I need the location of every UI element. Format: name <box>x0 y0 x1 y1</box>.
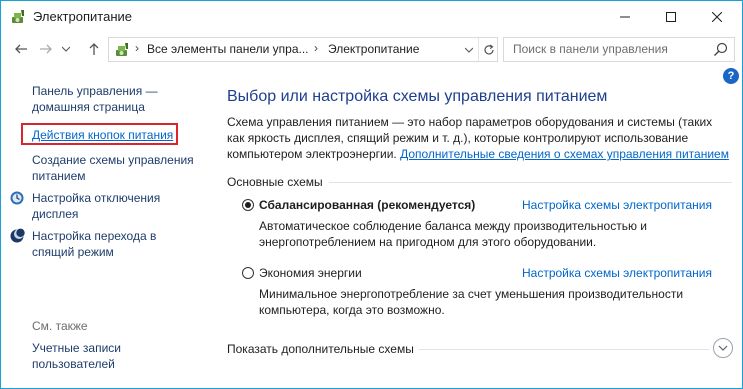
address-dropdown-button[interactable] <box>461 38 477 61</box>
refresh-button[interactable] <box>478 38 498 61</box>
back-button[interactable] <box>10 38 32 60</box>
breadcrumb-separator-icon[interactable]: › <box>314 41 318 55</box>
forward-arrow-icon <box>40 44 52 54</box>
plan-name-balanced[interactable]: Сбалансированная (рекомендуется) <box>259 198 475 212</box>
plan-radio-power-saver[interactable] <box>242 267 254 279</box>
sleep-moon-icon <box>10 228 25 243</box>
sidebar-item-label: Настройка отключения <box>32 191 161 205</box>
show-more-plans-label[interactable]: Показать дополнительные схемы <box>227 342 414 356</box>
sidebar-item-label: Панель управления — <box>32 84 158 98</box>
plan-settings-link-power-saver[interactable]: Настройка схемы электропитания <box>522 266 712 280</box>
back-arrow-icon <box>15 44 27 54</box>
navigation-bar: › Все элементы панели упра... › Электроп… <box>1 34 742 64</box>
search-box[interactable]: Поиск в панели управления <box>503 37 735 62</box>
plan-description-balanced: Автоматическое соблюдение баланса между … <box>259 219 648 249</box>
forward-button[interactable] <box>35 38 57 60</box>
more-info-link[interactable]: Дополнительные сведения о схемах управле… <box>400 147 729 161</box>
sidebar-item-label: Создание схемы управления <box>32 153 194 167</box>
power-options-window: Электропитание › Все элементы панели упр… <box>0 0 743 389</box>
address-bar[interactable]: › Все элементы панели упра... › Электроп… <box>108 37 498 62</box>
divider <box>329 182 732 183</box>
title-bar: Электропитание <box>1 1 742 32</box>
chevron-down-icon <box>718 345 728 351</box>
plan-settings-link-balanced[interactable]: Настройка схемы электропитания <box>522 198 712 212</box>
close-icon <box>712 11 722 22</box>
sidebar-item-create-plan[interactable]: Создание схемы управления питанием <box>32 152 194 184</box>
breadcrumb-power-options[interactable]: Электропитание <box>328 42 419 56</box>
help-button[interactable]: ? <box>723 68 739 84</box>
maximize-button[interactable] <box>648 1 694 32</box>
group-heading: Основные схемы <box>227 175 323 189</box>
sidebar-item-home[interactable]: Панель управления — домашняя страница <box>32 83 158 115</box>
sidebar-item-label: пользователей <box>32 357 115 371</box>
sidebar-item-power-buttons[interactable]: Действия кнопок питания <box>32 127 173 143</box>
display-off-icon <box>10 191 24 205</box>
sidebar-item-label: домашняя страница <box>32 100 145 114</box>
sidebar-item-label: спящий режим <box>32 245 114 259</box>
page-description: Схема управления питанием — это набор па… <box>227 114 732 162</box>
search-icon <box>714 42 728 56</box>
sidebar-item-label: дисплея <box>32 207 79 221</box>
see-also-heading: См. также <box>32 319 88 333</box>
sidebar-item-sleep[interactable]: Настройка перехода в спящий режим <box>32 228 156 260</box>
breadcrumb-separator-icon[interactable]: › <box>135 41 139 55</box>
recent-locations-button[interactable] <box>59 38 73 60</box>
plan-description-power-saver: Минимальное энергопотребление за счет ум… <box>259 287 684 317</box>
divider <box>419 349 709 350</box>
chevron-down-icon <box>465 47 473 53</box>
refresh-icon <box>483 44 494 54</box>
up-arrow-icon <box>89 43 99 55</box>
window-title: Электропитание <box>33 9 132 24</box>
close-button[interactable] <box>694 1 740 32</box>
minimize-button[interactable] <box>602 1 648 32</box>
radio-selected-dot <box>245 202 251 208</box>
sidebar-item-label: Учетные записи <box>32 341 121 355</box>
sidebar-item-display-off[interactable]: Настройка отключения дисплея <box>32 190 160 222</box>
breadcrumb-all-items[interactable]: Все элементы панели упра... <box>147 42 309 56</box>
sidebar-item-label: Настройка перехода в <box>32 229 157 243</box>
sidebar-item-user-accounts[interactable]: Учетные записи пользователей <box>32 340 121 372</box>
up-button[interactable] <box>83 38 105 60</box>
plan-name-power-saver[interactable]: Экономия энергии <box>259 266 362 280</box>
sidebar-item-label: питанием <box>32 169 86 183</box>
plan-radio-balanced[interactable] <box>242 199 254 211</box>
chevron-down-icon <box>62 46 70 52</box>
minimize-icon <box>620 16 630 17</box>
search-placeholder: Поиск в панели управления <box>513 42 668 56</box>
control-panel-icon <box>116 43 128 56</box>
maximize-icon <box>666 11 676 22</box>
expand-more-plans-button[interactable] <box>713 338 733 358</box>
page-title: Выбор или настройка схемы управления пит… <box>227 88 608 105</box>
power-options-icon <box>12 10 24 23</box>
